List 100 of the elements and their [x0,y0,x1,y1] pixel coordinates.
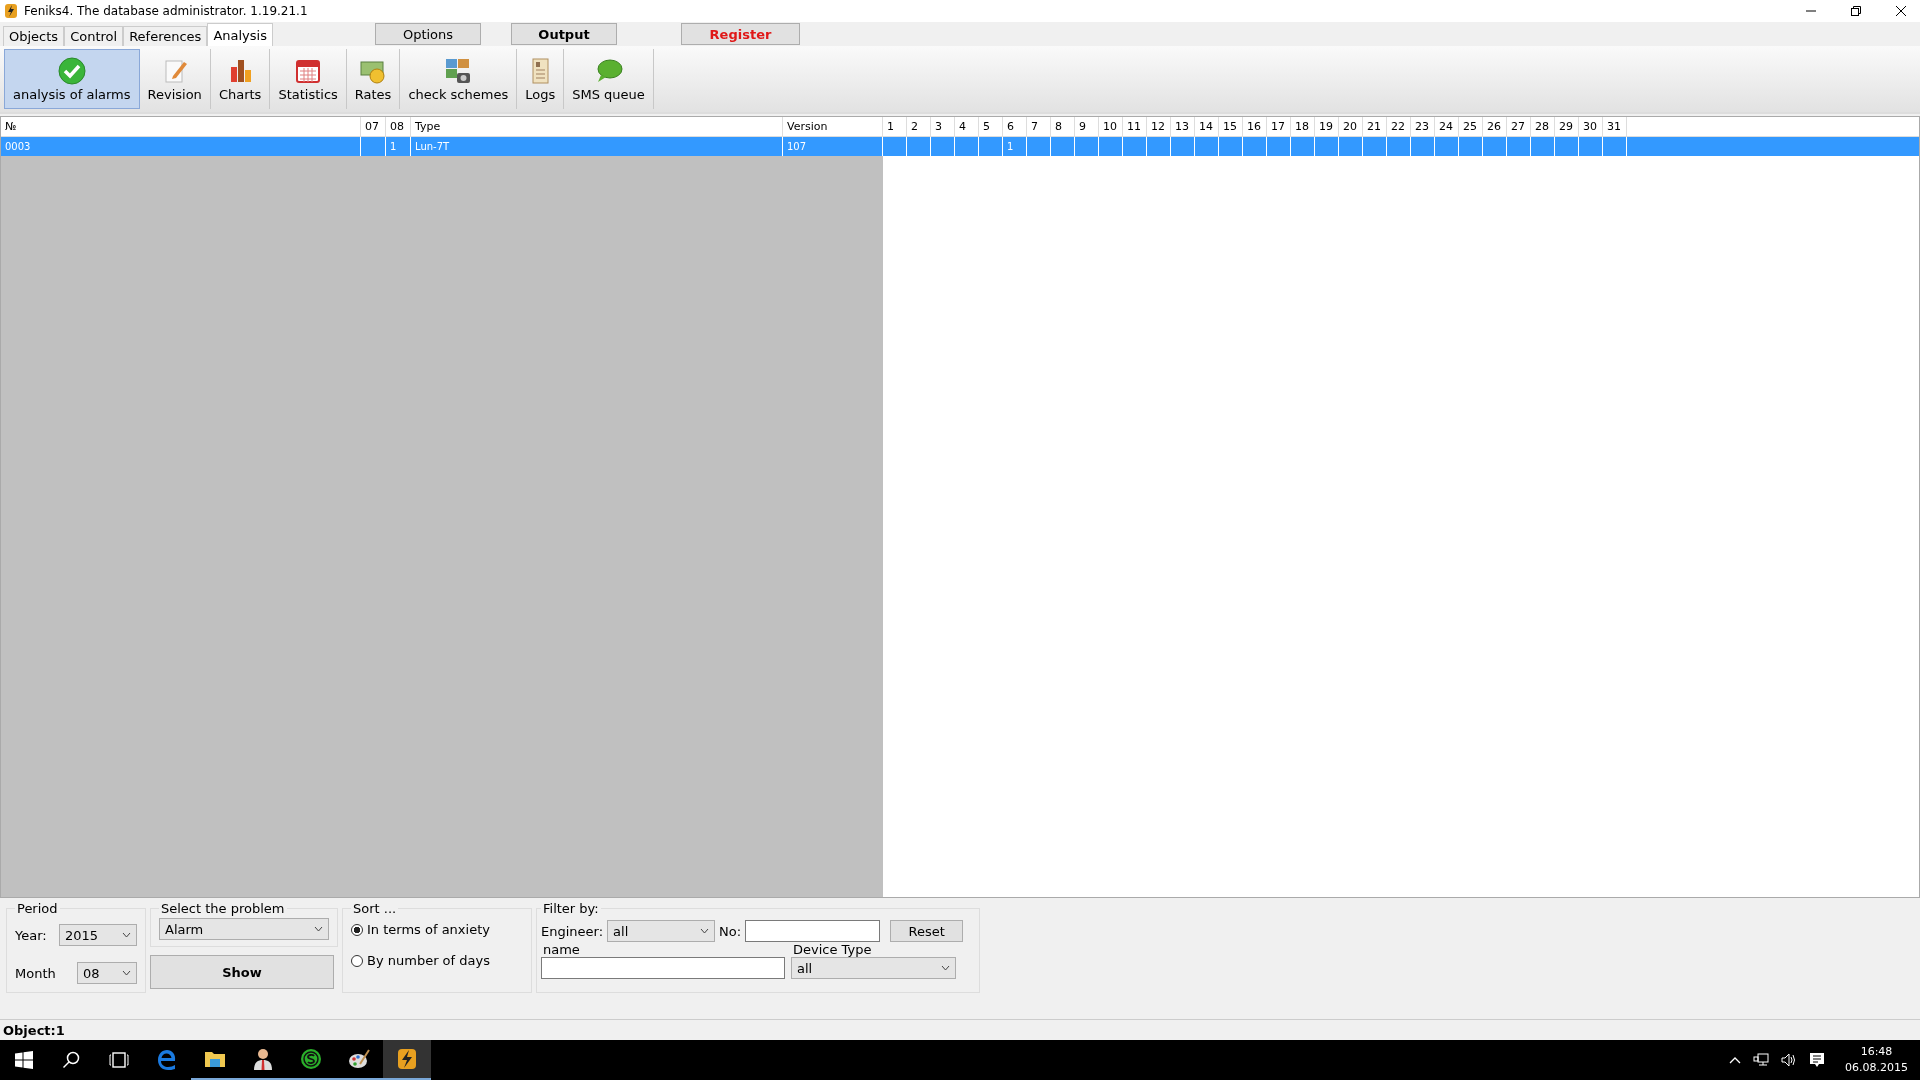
show-button[interactable]: Show [150,955,334,989]
column-header[interactable]: 13 [1171,117,1195,136]
chevron-down-icon [314,926,323,932]
column-header[interactable]: 8 [1051,117,1075,136]
close-icon[interactable] [1895,5,1907,17]
column-header[interactable]: 7 [1027,117,1051,136]
reset-button[interactable]: Reset [890,920,964,942]
chevron-down-icon [122,970,131,976]
palette-icon [348,1048,370,1070]
group-title: Filter by: [542,901,600,916]
column-header[interactable]: 08 [386,117,411,136]
column-header[interactable]: 30 [1579,117,1603,136]
chevron-up-icon[interactable] [1729,1056,1741,1064]
window-title: Feniks4. The database administrator. 1.19.21.1 [24,4,308,18]
sort-radio-option[interactable]: In terms of anxiety [351,922,523,937]
status-text: Object:1 [3,1022,65,1038]
sms-bubble-icon [594,56,623,85]
column-header[interactable]: 21 [1363,117,1387,136]
group-title: Select the problem [160,901,286,916]
field-label: Device Type [792,942,873,957]
speaker-icon[interactable] [1781,1053,1797,1067]
device-type-dropdown[interactable]: all [791,957,956,979]
column-header[interactable]: 22 [1387,117,1411,136]
group-title: Sort ... [352,901,398,916]
column-header[interactable]: 6 [1003,117,1027,136]
search-icon[interactable] [62,1051,80,1069]
column-header[interactable]: 18 [1291,117,1315,136]
person-silhouette-icon [252,1048,274,1070]
column-header[interactable]: 1 [883,117,907,136]
table-cell: 1 [1003,137,1027,156]
column-header[interactable]: 15 [1219,117,1243,136]
column-header[interactable]: 29 [1555,117,1579,136]
column-header[interactable]: 28 [1531,117,1555,136]
month-dropdown[interactable]: 08 [77,962,137,984]
name-input-field[interactable] [541,957,785,979]
menu-tab[interactable]: Analysis [207,23,273,46]
header-button[interactable]: Output [511,23,617,45]
field-label: name [542,942,581,957]
column-header[interactable]: 5 [979,117,1003,136]
clock-time: 16:48 [1860,1044,1893,1060]
s-letter-circle-icon [300,1048,322,1070]
group-title: Period [16,901,59,916]
header-button[interactable]: Register [681,23,800,45]
chevron-down-icon [941,965,950,971]
photos-camera-icon [444,56,473,85]
windows-start-icon[interactable] [15,1051,33,1069]
column-header[interactable]: 16 [1243,117,1267,136]
task-view-icon[interactable] [109,1052,129,1068]
engineer-dropdown[interactable]: all [607,920,716,942]
column-header[interactable]: 10 [1099,117,1123,136]
column-header[interactable]: 07 [361,117,386,136]
column-header[interactable]: Type [411,117,783,136]
column-header[interactable]: Version [783,117,883,136]
toolbar-button[interactable]: Rates [346,49,401,109]
column-header[interactable]: 12 [1147,117,1171,136]
column-header[interactable]: 2 [907,117,931,136]
field-label: Year: [15,927,47,943]
column-header[interactable]: № [1,117,361,136]
radio-button[interactable] [351,923,363,936]
taskbar-app[interactable] [383,1040,431,1080]
toolbar-button[interactable]: Logs [517,49,565,109]
column-header[interactable]: 25 [1459,117,1483,136]
toolbar-button[interactable]: analysis of alarms [4,49,140,109]
column-header[interactable]: 4 [955,117,979,136]
column-header[interactable]: 31 [1603,117,1627,136]
column-header[interactable]: 14 [1195,117,1219,136]
column-header[interactable]: 23 [1411,117,1435,136]
toolbar-button[interactable]: SMS queue [564,49,654,109]
number-input-field[interactable] [745,920,881,942]
folder-icon [204,1049,226,1069]
column-header[interactable]: 3 [931,117,955,136]
menu-tab[interactable]: References [123,26,208,46]
column-header[interactable]: 24 [1435,117,1459,136]
toolbar-button[interactable]: Statistics [270,49,347,109]
field-label: Engineer: [541,923,604,939]
column-header[interactable]: 11 [1123,117,1147,136]
toolbar-button[interactable]: Revision [139,49,211,109]
menu-tab[interactable]: Objects [3,26,65,46]
column-header[interactable]: 27 [1507,117,1531,136]
column-header[interactable]: 20 [1339,117,1363,136]
toolbar-button[interactable]: Charts [210,49,271,109]
sort-radio-option[interactable]: By number of days [351,953,523,968]
column-header[interactable]: 26 [1483,117,1507,136]
checkmark-icon [57,56,86,85]
column-header[interactable]: 19 [1315,117,1339,136]
menu-tab[interactable]: Control [64,26,124,46]
column-header[interactable]: 17 [1267,117,1291,136]
problem-dropdown[interactable]: Alarm [159,918,329,940]
field-label: Month [15,965,56,981]
network-icon[interactable] [1753,1053,1769,1067]
lightning-app-icon [4,3,18,19]
notification-icon[interactable] [1809,1052,1825,1068]
radio-button[interactable] [351,954,363,967]
browser-e-icon [156,1049,178,1071]
toolbar-button[interactable]: check schemes [400,49,518,109]
restore-icon[interactable] [1850,5,1862,17]
column-header[interactable]: 9 [1075,117,1099,136]
header-button[interactable]: Options [375,23,481,45]
chevron-down-icon [700,928,710,934]
year-dropdown[interactable]: 2015 [59,924,137,946]
